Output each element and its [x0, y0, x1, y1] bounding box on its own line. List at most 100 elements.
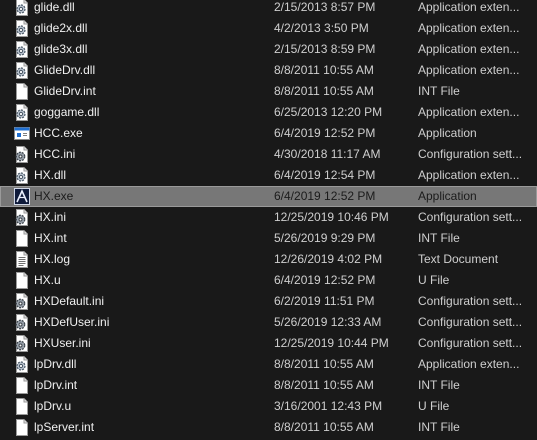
- file-name: HCC.ini: [34, 147, 76, 161]
- file-name: HX.dll: [34, 168, 67, 182]
- file-type: Configuration sett...: [418, 294, 523, 308]
- file-name: HXDefault.ini: [34, 294, 105, 308]
- file-type: Application exten...: [418, 42, 520, 56]
- dll-gear-icon: [14, 41, 30, 58]
- file-row[interactable]: lpServer.int 8/8/2011 10:55 AM INT File: [0, 417, 537, 438]
- file-type: Application exten...: [418, 63, 520, 77]
- file-type: Configuration sett...: [418, 147, 523, 161]
- file-row[interactable]: HX.exe 6/4/2019 12:52 PM Application: [0, 186, 537, 207]
- file-type: U File: [418, 399, 450, 413]
- file-type: Application exten...: [418, 0, 520, 14]
- file-name: glide3x.dll: [34, 42, 88, 56]
- file-name: HXUser.ini: [34, 336, 91, 350]
- file-name: HX.log: [34, 252, 71, 266]
- file-name: lpDrv.u: [34, 399, 72, 413]
- file-row[interactable]: HCC.exe 6/4/2019 12:52 PM Application: [0, 123, 537, 144]
- blank-file-icon: [14, 230, 30, 247]
- config-gear-icon: [14, 209, 30, 226]
- file-type: Configuration sett...: [418, 315, 523, 329]
- file-row[interactable]: goggame.dll 6/25/2013 12:20 PM Application…: [0, 102, 537, 123]
- file-date-modified: 5/26/2019 12:33 AM: [274, 315, 382, 329]
- dll-gear-icon: [14, 0, 30, 16]
- config-gear-icon: [14, 335, 30, 352]
- file-date-modified: 3/16/2001 12:43 PM: [274, 399, 383, 413]
- file-row[interactable]: lpDrv.int 8/8/2011 10:55 AM INT File: [0, 375, 537, 396]
- file-name: HX.ini: [34, 210, 67, 224]
- blank-file-icon: [14, 377, 30, 394]
- file-name: lpDrv.int: [34, 378, 78, 392]
- file-date-modified: 6/4/2019 12:52 PM: [274, 189, 376, 203]
- file-type: U File: [418, 273, 450, 287]
- file-name: goggame.dll: [34, 105, 100, 119]
- file-date-modified: 8/8/2011 10:55 AM: [274, 378, 374, 392]
- file-row[interactable]: lpDrv.dll 8/8/2011 10:55 AM Application ex…: [0, 354, 537, 375]
- file-date-modified: 6/2/2019 11:51 PM: [274, 294, 375, 308]
- dll-gear-icon: [14, 62, 30, 79]
- file-name: HX.u: [34, 273, 61, 287]
- file-type: Application exten...: [418, 105, 520, 119]
- file-type: INT File: [418, 231, 460, 245]
- file-type: INT File: [418, 420, 460, 434]
- dll-gear-icon: [14, 104, 30, 121]
- file-date-modified: 6/4/2019 12:52 PM: [274, 273, 376, 287]
- file-type: Application exten...: [418, 21, 520, 35]
- file-type: Configuration sett...: [418, 210, 523, 224]
- file-row[interactable]: glide2x.dll 4/2/2013 3:50 PM Application e…: [0, 18, 537, 39]
- file-type: Configuration sett...: [418, 336, 523, 350]
- file-date-modified: 12/25/2019 10:46 PM: [274, 210, 389, 224]
- file-name: glide.dll: [34, 0, 75, 14]
- text-document-icon: [14, 251, 30, 268]
- file-list: glide.dll 2/15/2013 8:57 PM Application ex…: [0, 0, 537, 438]
- file-name: lpDrv.dll: [34, 357, 77, 371]
- file-row[interactable]: HCC.ini 4/30/2018 11:17 AM Configuration s…: [0, 144, 537, 165]
- file-name: HX.int: [34, 231, 67, 245]
- file-name: lpServer.int: [34, 420, 95, 434]
- blank-file-icon: [14, 398, 30, 415]
- file-date-modified: 8/8/2011 10:55 AM: [274, 357, 374, 371]
- file-date-modified: 8/8/2011 10:55 AM: [274, 63, 374, 77]
- file-name: glide2x.dll: [34, 21, 88, 35]
- file-type: INT File: [418, 84, 460, 98]
- file-name: HXDefUser.ini: [34, 315, 110, 329]
- config-gear-icon: [14, 314, 30, 331]
- file-row[interactable]: glide3x.dll 2/15/2013 8:59 PM Application …: [0, 39, 537, 60]
- file-row[interactable]: HX.dll 6/4/2019 12:54 PM Application exten…: [0, 165, 537, 186]
- file-row[interactable]: GlideDrv.dll 8/8/2011 10:55 AM Application…: [0, 60, 537, 81]
- file-type: Application exten...: [418, 168, 520, 182]
- file-row[interactable]: HXUser.ini 12/25/2019 10:44 PM Configurati…: [0, 333, 537, 354]
- config-gear-icon: [14, 146, 30, 163]
- deus-ex-app-icon: [14, 188, 30, 205]
- file-date-modified: 4/2/2013 3:50 PM: [274, 21, 369, 35]
- file-name: HCC.exe: [34, 126, 83, 140]
- file-name: GlideDrv.int: [34, 84, 96, 98]
- file-row[interactable]: GlideDrv.int 8/8/2011 10:55 AM INT File: [0, 81, 537, 102]
- file-type: Text Document: [418, 252, 499, 266]
- file-date-modified: 6/4/2019 12:54 PM: [274, 168, 376, 182]
- file-name: GlideDrv.dll: [34, 63, 96, 77]
- file-date-modified: 12/26/2019 4:02 PM: [274, 252, 383, 266]
- config-gear-icon: [14, 293, 30, 310]
- file-row[interactable]: lpDrv.u 3/16/2001 12:43 PM U File: [0, 396, 537, 417]
- file-row[interactable]: HXDefault.ini 6/2/2019 11:51 PM Configurat…: [0, 291, 537, 312]
- file-row[interactable]: glide.dll 2/15/2013 8:57 PM Application ex…: [0, 0, 537, 18]
- blank-file-icon: [14, 272, 30, 289]
- application-window-icon: [14, 125, 30, 142]
- file-type: Application: [418, 126, 477, 140]
- file-date-modified: 6/4/2019 12:52 PM: [274, 126, 376, 140]
- file-row[interactable]: HX.ini 12/25/2019 10:46 PM Configuration s…: [0, 207, 537, 228]
- file-date-modified: 8/8/2011 10:55 AM: [274, 84, 374, 98]
- file-date-modified: 12/25/2019 10:44 PM: [274, 336, 389, 350]
- file-row[interactable]: HXDefUser.ini 5/26/2019 12:33 AM Configura…: [0, 312, 537, 333]
- file-type: Application: [418, 189, 477, 203]
- file-row[interactable]: HX.int 5/26/2019 9:29 PM INT File: [0, 228, 537, 249]
- dll-gear-icon: [14, 356, 30, 373]
- dll-gear-icon: [14, 167, 30, 184]
- file-date-modified: 5/26/2019 9:29 PM: [274, 231, 376, 245]
- dll-gear-icon: [14, 20, 30, 37]
- file-row[interactable]: HX.u 6/4/2019 12:52 PM U File: [0, 270, 537, 291]
- file-date-modified: 8/8/2011 10:55 AM: [274, 420, 374, 434]
- file-name: HX.exe: [34, 189, 74, 203]
- file-date-modified: 2/15/2013 8:59 PM: [274, 42, 376, 56]
- file-date-modified: 6/25/2013 12:20 PM: [274, 105, 383, 119]
- file-row[interactable]: HX.log 12/26/2019 4:02 PM Text Document: [0, 249, 537, 270]
